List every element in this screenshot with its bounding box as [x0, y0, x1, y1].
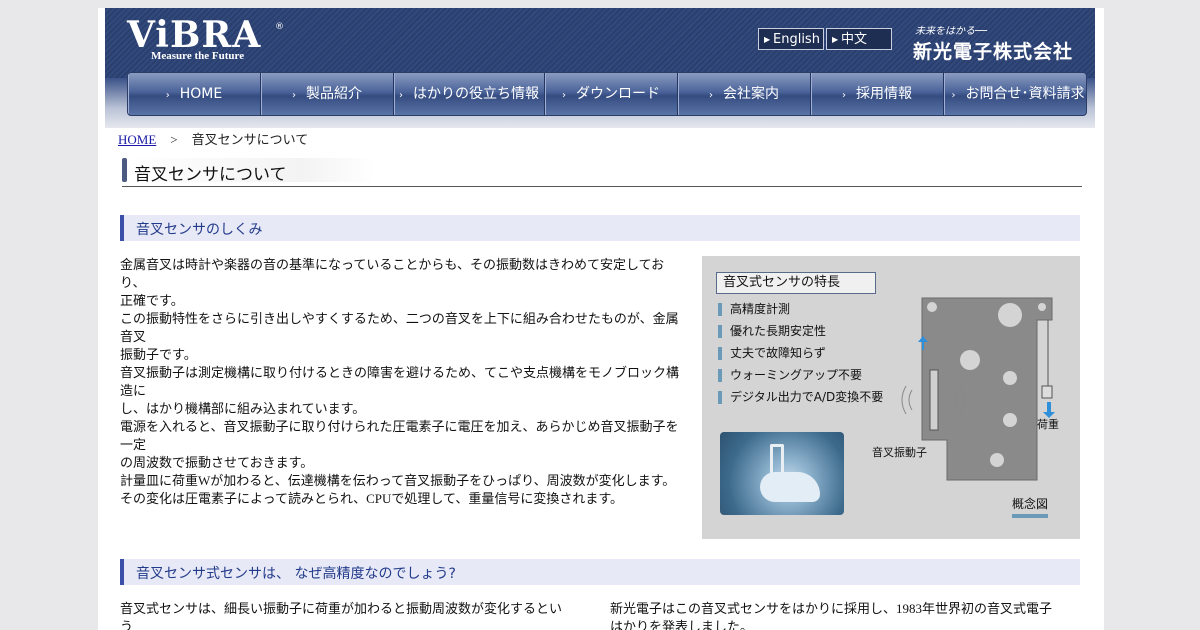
nav-label: ダウンロード	[576, 86, 660, 102]
nav-label: 製品紹介	[306, 86, 362, 102]
site-header: ViBRA ® Measure the Future ▶ English ▶ 中…	[105, 8, 1095, 128]
paragraph-line: 正確です。	[120, 293, 184, 308]
hole-icon	[1038, 303, 1046, 311]
feature-item: ウォーミングアップ不要	[718, 369, 862, 382]
hole-icon	[1003, 371, 1017, 385]
chinese-label: 中文	[841, 32, 868, 47]
breadcrumb-home-link[interactable]: HOME	[118, 132, 156, 147]
section-heading-text: 音叉センサのしくみ	[136, 222, 263, 238]
company-logo[interactable]: 未来をはかる── 新光電子株式会社	[913, 22, 1073, 64]
hole-icon	[998, 303, 1022, 327]
page-title-block: 音叉センサについて	[122, 158, 1082, 187]
hole-icon	[1003, 413, 1017, 427]
breadcrumb-separator: >	[170, 132, 178, 147]
chevron-right-icon: ›	[842, 90, 846, 101]
paragraph-line: 振動子です。	[120, 347, 197, 362]
hole-icon	[990, 453, 1004, 467]
monoblock-body	[921, 297, 1053, 481]
chevron-right-icon: ›	[951, 90, 956, 101]
chevron-right-icon: ›	[399, 90, 403, 101]
paragraph-line: 音叉振動子は測定機構に取り付けるときの障害を避けるため、てこや支点機構をモノブロ…	[120, 365, 680, 380]
hole-icon	[960, 350, 980, 370]
title-accent-bar	[122, 158, 127, 182]
paragraph-line: 電源を入れると、音叉振動子に取り付けられた圧電素子に電圧を加え、あらかじめ音叉振…	[120, 419, 679, 434]
company-tagline: 未来をはかる──	[915, 26, 988, 37]
load-weight	[1041, 385, 1053, 399]
section-heading-mechanism: 音叉センサのしくみ	[120, 215, 1080, 241]
label-load: 荷重	[1037, 418, 1059, 431]
vibration-waves-icon	[901, 385, 913, 415]
paragraph-line: う	[120, 619, 134, 630]
nav-item-download[interactable]: › ダウンロード	[545, 73, 678, 115]
paragraph-line: 音叉式センサは、細長い振動子に荷重が加わると振動周波数が変化するとい	[120, 601, 563, 616]
chevron-right-icon: ›	[292, 90, 296, 101]
page-title: 音叉センサについて	[134, 165, 287, 185]
nav-label: 採用情報	[856, 86, 912, 102]
triangle-right-icon: ▶	[832, 35, 839, 44]
feature-item: 優れた長期安定性	[718, 325, 826, 338]
nav-item-products[interactable]: › 製品紹介	[261, 73, 394, 115]
gloved-hand-icon	[760, 472, 820, 502]
paragraph-line: 金属音叉は時計や楽器の音の基準になっていることからも、その振動数はきわめて安定し…	[120, 257, 665, 272]
nav-item-company[interactable]: › 会社案内	[678, 73, 811, 115]
tuning-fork-vibrator	[929, 369, 939, 431]
paragraph-line: はかりを発表しました。	[610, 619, 754, 630]
global-nav: › HOME › 製品紹介 › はかりの役立ち情報 › ダウンロード › 会社案内 › 採用…	[127, 72, 1087, 116]
breadcrumb-current: 音叉センサについて	[191, 132, 309, 147]
paragraph-line: 一定	[120, 437, 147, 452]
paragraph-line: り、	[120, 275, 146, 290]
feature-item: 丈夫で故障知らず	[718, 347, 826, 360]
tuning-fork-photo	[720, 432, 844, 515]
company-name: 新光電子株式会社	[913, 41, 1074, 63]
nav-label: はかりの役立ち情報	[413, 86, 539, 102]
paragraph-line: この振動特性をさらに引き出しやすくするため、二つの音叉を上下に組み合わせたものが…	[120, 311, 679, 326]
paragraph-line: 計量皿に荷重Wが加わると、伝達機構を伝わって音叉振動子をひっぱり、周波数が変化し…	[120, 473, 676, 488]
triangle-right-icon: ▶	[764, 35, 771, 44]
figure-title: 音叉式センサの特長	[716, 272, 876, 294]
paragraph-line: 造に	[120, 383, 147, 398]
english-label: English	[773, 32, 820, 47]
english-button[interactable]: ▶ English	[758, 28, 824, 50]
paragraph-line: 新光電子はこの音叉式センサをはかりに採用し、1983年世界初の音叉式電子	[610, 601, 1053, 616]
chinese-button[interactable]: ▶ 中文	[826, 28, 892, 50]
paragraph-line: その変化は圧電素子によって読みとられ、CPUで処理して、重量信号に変換されます。	[120, 491, 624, 506]
nav-label: 会社案内	[723, 86, 779, 102]
paragraph-line: 音叉	[120, 329, 147, 344]
nav-item-home[interactable]: › HOME	[128, 73, 261, 115]
feature-item: 高精度計測	[718, 303, 790, 316]
section-heading-text: 音叉センサ式センサは、 なぜ高精度なのでしょう?	[136, 566, 456, 582]
logo-text: ViBRA	[127, 14, 262, 56]
section-heading-precision: 音叉センサ式センサは、 なぜ高精度なのでしょう?	[120, 559, 1080, 585]
nav-item-recruit[interactable]: › 採用情報	[811, 73, 944, 115]
precision-paragraph-left: 音叉式センサは、細長い振動子に荷重が加わると振動周波数が変化するとい う	[120, 600, 570, 630]
vibra-logo[interactable]: ViBRA ® Measure the Future	[127, 14, 284, 62]
feature-item: デジタル出力でA/D変換不要	[718, 391, 883, 404]
nav-item-weighing-info[interactable]: › はかりの役立ち情報	[394, 73, 545, 115]
logo-registered-mark: ®	[275, 22, 284, 32]
figure-caption: 概念図	[1012, 495, 1049, 518]
nav-item-contact[interactable]: › お問合せ･資料請求	[944, 73, 1086, 115]
page: ViBRA ® Measure the Future ▶ English ▶ 中…	[98, 8, 1104, 630]
hole-icon	[927, 302, 937, 312]
chevron-right-icon: ›	[709, 90, 713, 101]
nav-label: お問合せ･資料請求	[965, 86, 1085, 102]
sensor-diagram	[901, 297, 1055, 481]
paragraph-line: の周波数で振動させておきます。	[120, 455, 314, 470]
paragraph-line: し、はかり機構部に組み込まれています。	[120, 401, 366, 416]
chevron-right-icon: ›	[562, 90, 566, 101]
sensor-concept-figure: 音叉式センサの特長 高精度計測 優れた長期安定性 丈夫で故障知らず ウォーミング…	[702, 256, 1080, 539]
label-vibrator: 音叉振動子	[872, 446, 927, 459]
breadcrumb: HOME > 音叉センサについて	[118, 129, 308, 148]
mechanism-paragraph: 金属音叉は時計や楽器の音の基準になっていることからも、その振動数はきわめて安定し…	[120, 256, 682, 508]
chevron-right-icon: ›	[165, 90, 170, 101]
precision-paragraph-right: 新光電子はこの音叉式センサをはかりに採用し、1983年世界初の音叉式電子 はかり…	[610, 600, 1080, 630]
nav-label: HOME	[179, 86, 223, 102]
